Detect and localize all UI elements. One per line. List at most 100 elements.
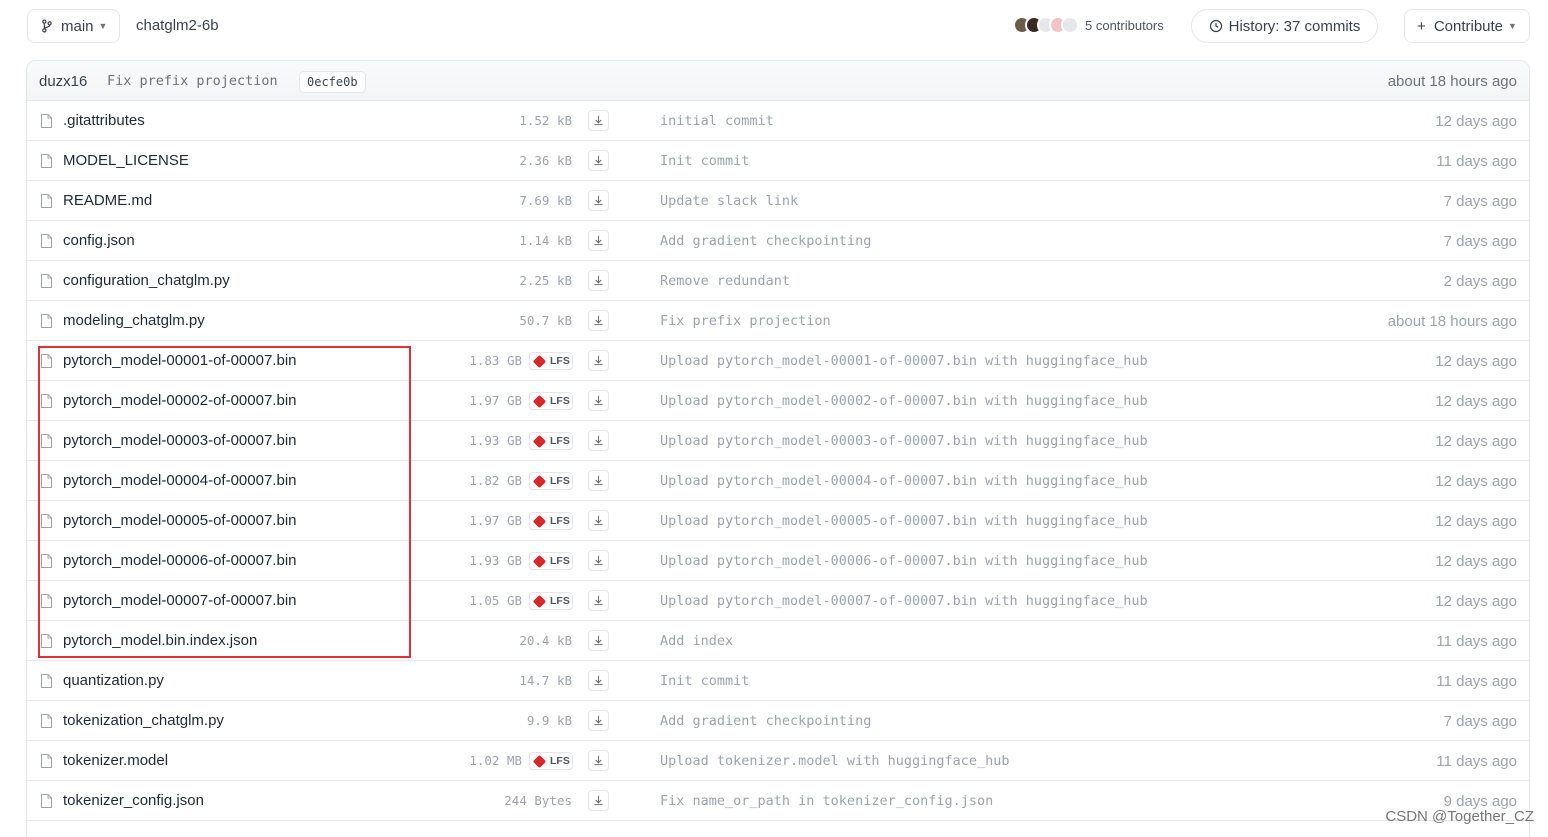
file-name[interactable]: pytorch_model-00006-of-00007.bin [63, 552, 297, 569]
download-button[interactable] [588, 750, 609, 771]
file-commit-message[interactable]: Init commit [660, 673, 749, 689]
file-commit-message[interactable]: Upload pytorch_model-00004-of-00007.bin … [660, 473, 1148, 489]
file-commit-message[interactable]: Upload tokenizer.model with huggingface_… [660, 753, 1010, 769]
commit-message[interactable]: Fix prefix projection [107, 73, 278, 89]
file-commit-time: 7 days ago [1443, 233, 1517, 250]
file-commit-message[interactable]: Upload pytorch_model-00002-of-00007.bin … [660, 393, 1148, 409]
file-name[interactable]: configuration_chatglm.py [63, 272, 230, 289]
lfs-badge: LFS [529, 752, 573, 770]
download-button[interactable] [588, 390, 609, 411]
download-button[interactable] [588, 230, 609, 251]
file-name[interactable]: pytorch_model-00007-of-00007.bin [63, 592, 297, 609]
file-row[interactable]: pytorch_model-00002-of-00007.bin 1.97 GB… [27, 381, 1529, 421]
file-commit-message[interactable]: Add gradient checkpointing [660, 233, 871, 249]
download-button[interactable] [588, 190, 609, 211]
download-button[interactable] [588, 510, 609, 531]
file-commit-message[interactable]: initial commit [660, 113, 774, 129]
download-button[interactable] [588, 630, 609, 651]
file-name[interactable]: tokenizer.model [63, 752, 168, 769]
file-row[interactable]: tokenizer_config.json 244 Bytes Fix name… [27, 781, 1529, 821]
download-button[interactable] [588, 150, 609, 171]
file-row[interactable]: pytorch_model-00001-of-00007.bin 1.83 GB… [27, 341, 1529, 381]
chevron-down-icon: ▼ [1508, 21, 1517, 31]
file-name[interactable]: pytorch_model-00001-of-00007.bin [63, 352, 297, 369]
branch-label: main [61, 17, 94, 35]
download-button[interactable] [588, 110, 609, 131]
file-row[interactable]: pytorch_model-00003-of-00007.bin 1.93 GB… [27, 421, 1529, 461]
file-row[interactable]: .gitattributes 1.52 kB initial commit 12… [27, 101, 1529, 141]
lfs-label: LFS [550, 355, 570, 367]
file-commit-message[interactable]: Remove redundant [660, 273, 790, 289]
file-row[interactable]: pytorch_model-00006-of-00007.bin 1.93 GB… [27, 541, 1529, 581]
file-icon [41, 434, 52, 448]
file-size: 14.7 kB [519, 673, 572, 688]
file-commit-message[interactable]: Upload pytorch_model-00005-of-00007.bin … [660, 513, 1148, 529]
download-button[interactable] [588, 470, 609, 491]
file-row[interactable]: modeling_chatglm.py 50.7 kB Fix prefix p… [27, 301, 1529, 341]
file-name[interactable]: MODEL_LICENSE [63, 152, 189, 169]
download-icon [594, 355, 603, 366]
download-button[interactable] [588, 270, 609, 291]
file-commit-time: 11 days ago [1436, 673, 1517, 690]
download-button[interactable] [588, 310, 609, 331]
file-name[interactable]: .gitattributes [63, 112, 145, 129]
file-name[interactable]: quantization.py [63, 672, 164, 689]
file-row[interactable]: tokenization_chatglm.py 9.9 kB Add gradi… [27, 701, 1529, 741]
file-row[interactable]: tokenizer.model 1.02 MB LFS Upload token… [27, 741, 1529, 781]
contribute-label: Contribute [1433, 17, 1504, 35]
file-commit-time: 12 days ago [1435, 353, 1517, 370]
file-name[interactable]: tokenizer_config.json [63, 792, 204, 809]
download-button[interactable] [588, 710, 609, 731]
file-row[interactable]: quantization.py 14.7 kB Init commit 11 d… [27, 661, 1529, 701]
file-row[interactable]: README.md 7.69 kB Update slack link 7 da… [27, 181, 1529, 221]
file-row[interactable]: configuration_chatglm.py 2.25 kB Remove … [27, 261, 1529, 301]
file-commit-message[interactable]: Update slack link [660, 193, 798, 209]
file-row[interactable]: pytorch_model.bin.index.json 20.4 kB Add… [27, 621, 1529, 661]
file-row[interactable]: pytorch_model-00005-of-00007.bin 1.97 GB… [27, 501, 1529, 541]
file-commit-time: 12 days ago [1435, 513, 1517, 530]
file-row[interactable]: pytorch_model-00007-of-00007.bin 1.05 GB… [27, 581, 1529, 621]
file-commit-time: 7 days ago [1443, 193, 1517, 210]
commit-author[interactable]: duzx16 [39, 73, 87, 90]
file-name[interactable]: modeling_chatglm.py [63, 312, 205, 329]
lfs-badge: LFS [529, 352, 573, 370]
download-button[interactable] [588, 590, 609, 611]
file-name[interactable]: tokenization_chatglm.py [63, 712, 224, 729]
file-icon [41, 754, 52, 768]
file-commit-message[interactable]: Upload pytorch_model-00007-of-00007.bin … [660, 593, 1148, 609]
commit-hash[interactable]: 0ecfe0b [299, 71, 366, 93]
file-commit-message[interactable]: Upload pytorch_model-00003-of-00007.bin … [660, 433, 1148, 449]
file-name[interactable]: pytorch_model-00004-of-00007.bin [63, 472, 297, 489]
branch-selector[interactable]: main ▼ [27, 9, 120, 43]
file-name[interactable]: pytorch_model-00003-of-00007.bin [63, 432, 297, 449]
file-name[interactable]: pytorch_model-00005-of-00007.bin [63, 512, 297, 529]
download-button[interactable] [588, 350, 609, 371]
download-icon [594, 635, 603, 646]
file-commit-message[interactable]: Add gradient checkpointing [660, 713, 871, 729]
contribute-button[interactable]: + Contribute ▼ [1404, 9, 1530, 43]
download-icon [594, 115, 603, 126]
file-list: .gitattributes 1.52 kB initial commit 12… [27, 101, 1529, 821]
download-button[interactable] [588, 670, 609, 691]
file-commit-message[interactable]: Init commit [660, 153, 749, 169]
contributors[interactable]: 5 contributors [1013, 16, 1164, 34]
file-name[interactable]: pytorch_model-00002-of-00007.bin [63, 392, 297, 409]
lfs-label: LFS [550, 395, 570, 407]
file-commit-message[interactable]: Upload pytorch_model-00006-of-00007.bin … [660, 553, 1148, 569]
file-commit-message[interactable]: Fix prefix projection [660, 313, 831, 329]
file-commit-message[interactable]: Add index [660, 633, 733, 649]
file-row[interactable]: MODEL_LICENSE 2.36 kB Init commit 11 day… [27, 141, 1529, 181]
file-commit-message[interactable]: Fix name_or_path in tokenizer_config.jso… [660, 793, 993, 809]
file-commit-message[interactable]: Upload pytorch_model-00001-of-00007.bin … [660, 353, 1148, 369]
download-button[interactable] [588, 430, 609, 451]
file-icon [41, 634, 52, 648]
history-button[interactable]: History: 37 commits [1191, 9, 1378, 43]
file-name[interactable]: config.json [63, 232, 135, 249]
file-name[interactable]: README.md [63, 192, 152, 209]
download-button[interactable] [588, 790, 609, 811]
file-name[interactable]: pytorch_model.bin.index.json [63, 632, 257, 649]
file-size: 1.14 kB [519, 233, 572, 248]
file-row[interactable]: pytorch_model-00004-of-00007.bin 1.82 GB… [27, 461, 1529, 501]
download-button[interactable] [588, 550, 609, 571]
file-row[interactable]: config.json 1.14 kB Add gradient checkpo… [27, 221, 1529, 261]
